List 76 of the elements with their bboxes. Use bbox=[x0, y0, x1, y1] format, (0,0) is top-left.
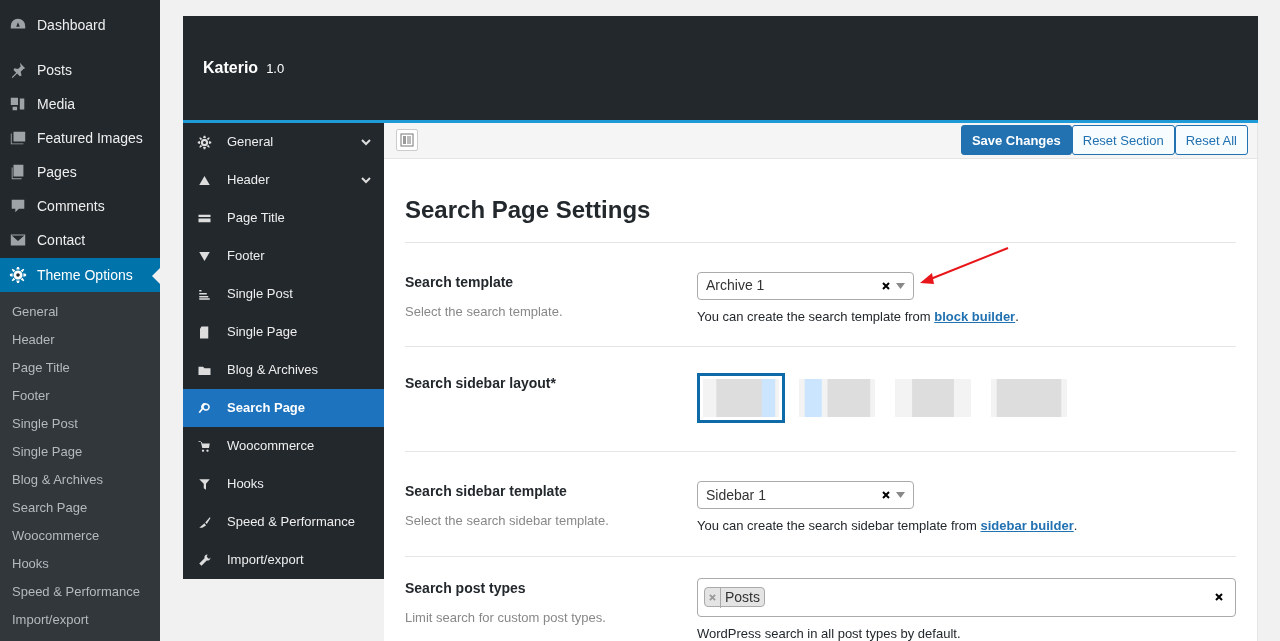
reset-button[interactable]: Reset All bbox=[1174, 125, 1248, 156]
layout-option[interactable] bbox=[697, 373, 785, 423]
admin-menu-item[interactable]: Theme Options bbox=[0, 258, 160, 292]
clear-icon[interactable] bbox=[1215, 593, 1223, 601]
layout-preview-icon bbox=[703, 379, 779, 417]
help-text: WordPress search in all post types by default. bbox=[697, 624, 962, 641]
admin-submenu-item[interactable]: Footer bbox=[0, 382, 160, 410]
field-description: Select the search sidebar template. bbox=[405, 512, 610, 530]
help-text: You can create the search sidebar template from sidebar builder. bbox=[697, 517, 1079, 535]
admin-submenu-item[interactable]: Single Page bbox=[0, 438, 160, 466]
template-select[interactable]: Sidebar 1 bbox=[697, 481, 914, 509]
dropdown-arrow-icon bbox=[896, 492, 905, 498]
options-nav-item[interactable]: Import/export bbox=[183, 541, 384, 579]
options-nav-item[interactable]: Header bbox=[183, 161, 384, 199]
builder-link[interactable]: sidebar builder bbox=[980, 518, 1074, 533]
admin-submenu-item[interactable]: Blog & Archives bbox=[0, 466, 160, 494]
admin-menu-item[interactable]: Dashboard bbox=[0, 8, 160, 42]
admin-submenu-item[interactable]: Import/export bbox=[0, 606, 160, 634]
builder-link[interactable]: block builder bbox=[934, 308, 1016, 324]
options-nav-item[interactable]: Footer bbox=[183, 237, 384, 275]
admin-submenu-item[interactable]: Speed & Performance bbox=[0, 578, 160, 606]
admin-submenu-item[interactable]: General bbox=[0, 298, 160, 326]
remove-icon[interactable] bbox=[709, 593, 716, 601]
template-select[interactable]: Archive 1 bbox=[697, 271, 914, 300]
admin-submenu-item[interactable]: Hooks bbox=[0, 550, 160, 578]
cart-icon bbox=[197, 438, 212, 454]
panel-version: 1.0 bbox=[266, 60, 285, 79]
field-label: Search sidebar template bbox=[405, 482, 568, 501]
layout-toggle-icon[interactable] bbox=[396, 129, 418, 152]
panel-title: Katerio bbox=[203, 58, 259, 78]
help-text: You can create the search template from block builder. bbox=[697, 307, 1020, 326]
admin-menu-item[interactable]: Featured Images bbox=[0, 121, 160, 155]
options-nav-item[interactable]: Hooks bbox=[183, 465, 384, 503]
settings-icon bbox=[197, 134, 212, 150]
admin-menu-item[interactable]: Comments bbox=[0, 189, 160, 223]
dropdown-arrow-icon bbox=[896, 282, 905, 289]
options-nav-item[interactable]: Search Page bbox=[183, 389, 384, 427]
clear-icon[interactable] bbox=[882, 491, 890, 499]
field-description: Select the search template. bbox=[405, 302, 564, 321]
options-nav-item[interactable]: Page Title bbox=[183, 199, 384, 237]
post-type-tag: Posts bbox=[704, 587, 765, 607]
speech-bubble-icon bbox=[9, 197, 27, 215]
clear-icon[interactable] bbox=[882, 281, 890, 290]
post-types-field[interactable]: Posts bbox=[697, 577, 1236, 617]
funnel-icon bbox=[197, 476, 212, 492]
media-icon bbox=[9, 95, 27, 113]
admin-submenu-item[interactable]: Woocommerce bbox=[0, 522, 160, 550]
field-label: Search template bbox=[405, 272, 515, 292]
section-title: Search Page Settings bbox=[405, 158, 1236, 243]
wrench-icon bbox=[197, 552, 212, 568]
chevron-down-icon bbox=[360, 136, 372, 148]
search-icon bbox=[197, 400, 212, 416]
field-label: Search post types bbox=[405, 578, 527, 598]
admin-submenu-item[interactable]: Header bbox=[0, 326, 160, 354]
admin-menu-item[interactable]: Contact bbox=[0, 223, 160, 257]
layout-preview-icon bbox=[799, 379, 875, 417]
field-label: Search sidebar layout* bbox=[405, 374, 557, 393]
admin-submenu-item[interactable]: Page Title bbox=[0, 354, 160, 382]
save-button[interactable]: Save Changes bbox=[960, 125, 1072, 156]
admin-menu-item[interactable]: Media bbox=[0, 87, 160, 121]
admin-menu-item[interactable]: Pages bbox=[0, 155, 160, 189]
options-nav-item[interactable]: Blog & Archives bbox=[183, 351, 384, 389]
admin-menu-item[interactable]: Posts bbox=[0, 53, 160, 87]
admin-submenu-item[interactable]: Single Post bbox=[0, 410, 160, 438]
options-nav-item[interactable]: Woocommerce bbox=[183, 427, 384, 465]
images-icon bbox=[9, 129, 27, 147]
admin-submenu-item[interactable]: Search Page bbox=[0, 494, 160, 522]
options-nav-item[interactable]: Single Page bbox=[183, 313, 384, 351]
pin-icon bbox=[9, 61, 27, 79]
options-nav-item[interactable]: General bbox=[183, 123, 384, 161]
options-nav-item[interactable]: Speed & Performance bbox=[183, 503, 384, 541]
options-nav-item[interactable]: Single Post bbox=[183, 275, 384, 313]
chevron-down-icon bbox=[360, 174, 372, 186]
settings-icon bbox=[9, 266, 27, 284]
reset-button[interactable]: Reset Section bbox=[1071, 125, 1175, 156]
field-description: Limit search for custom post types. bbox=[405, 608, 607, 627]
